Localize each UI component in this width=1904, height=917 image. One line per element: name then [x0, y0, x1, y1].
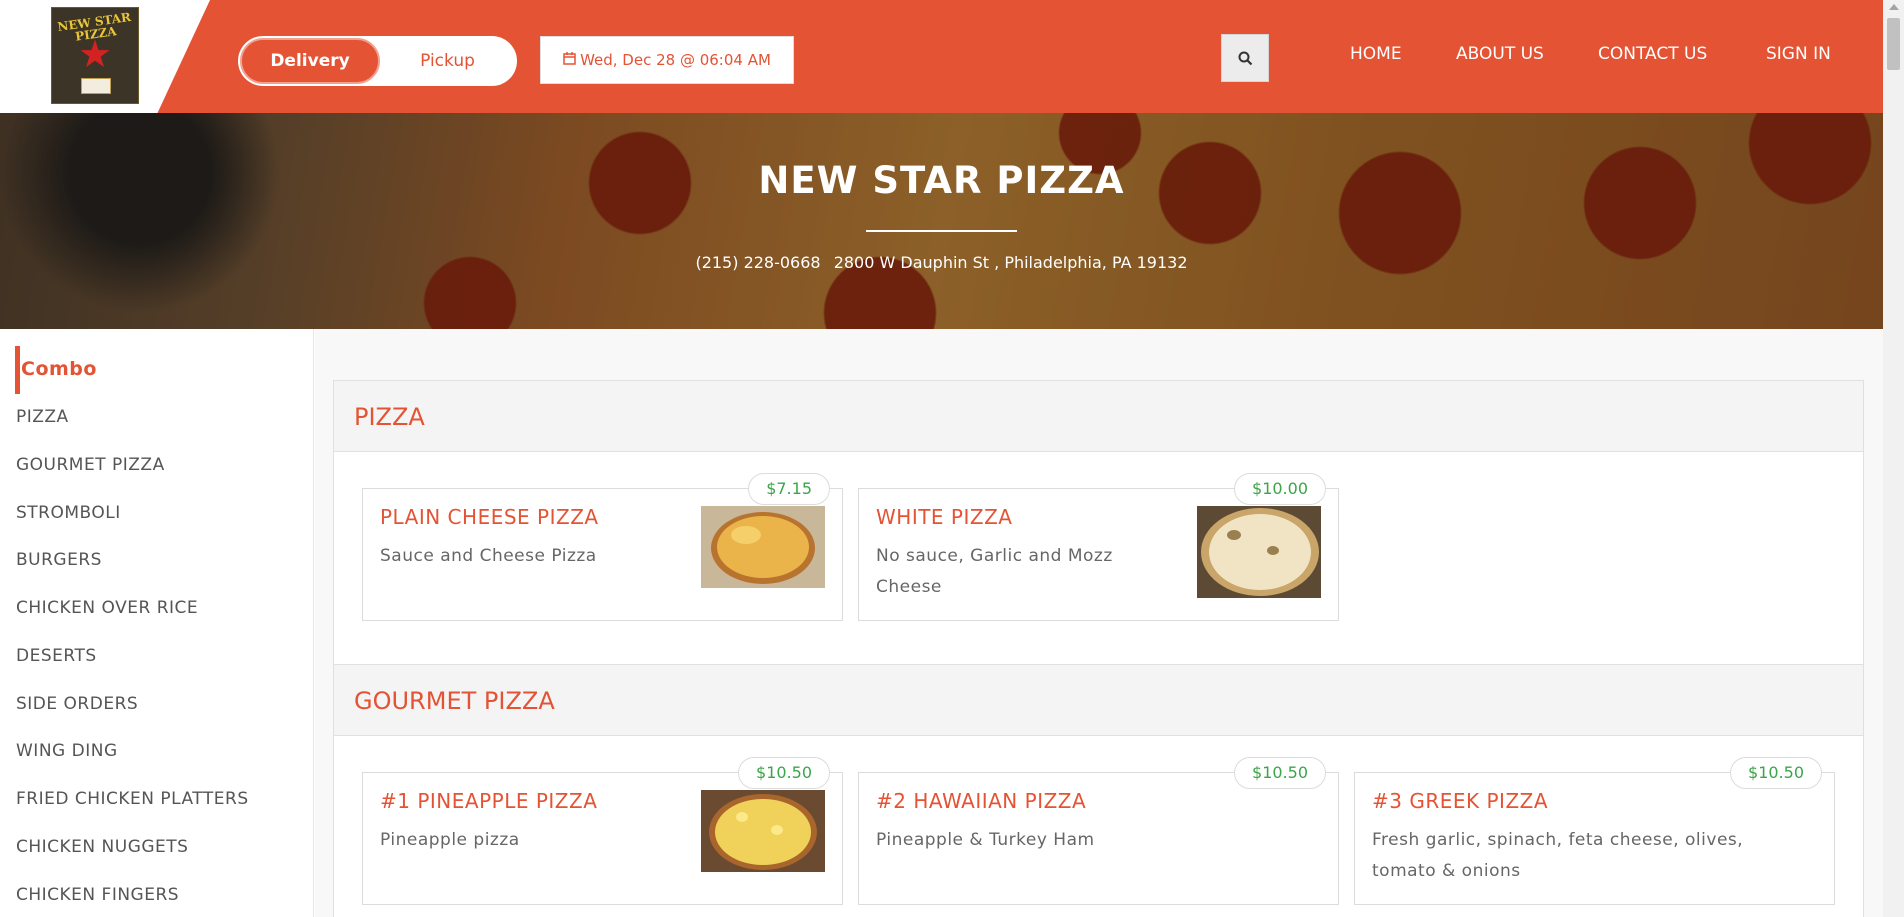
sidebar-item-chicken-over-rice[interactable]: CHICKEN OVER RICE [16, 598, 198, 618]
item-photo [1197, 506, 1321, 598]
search-button[interactable] [1221, 34, 1269, 82]
item-description: Sauce and Cheese Pizza [380, 546, 597, 566]
item-price: $10.00 [1234, 473, 1326, 505]
item-description: Fresh garlic, spinach, feta cheese, oliv… [1372, 830, 1744, 881]
sidebar-item-burgers[interactable]: BURGERS [16, 550, 102, 570]
sidebar-item-wing-ding[interactable]: WING DING [16, 741, 118, 761]
sidebar-item-deserts[interactable]: DESERTS [16, 646, 97, 666]
item-price: $10.50 [1730, 757, 1822, 789]
restaurant-name: NEW STAR PIZZA [758, 159, 1125, 202]
item-price: $10.50 [738, 757, 830, 789]
sidebar-item-fried-chicken-platters[interactable]: FRIED CHICKEN PLATTERS [16, 789, 249, 809]
item-description: No sauce, Garlic and Mozz Cheese [876, 546, 1113, 597]
item-name: WHITE PIZZA [876, 505, 1013, 529]
section-header: PIZZA [334, 381, 1863, 452]
nav-about-us[interactable]: ABOUT US [1456, 44, 1544, 64]
sidebar-item-chicken-fingers[interactable]: CHICKEN FINGERS [16, 885, 179, 905]
menu-item-card[interactable]: $7.15 PLAIN CHEESE PIZZA Sauce and Chees… [362, 473, 843, 621]
site-header: NEW STAR PIZZA ★ Delivery Pickup Wed, De… [0, 0, 1883, 113]
sidebar-item-combo[interactable]: Combo [21, 358, 97, 380]
hero-overlay [0, 113, 1883, 329]
delivery-button[interactable]: Delivery [240, 38, 380, 84]
active-category-indicator [15, 346, 20, 394]
item-name: #3 GREEK PIZZA [1372, 789, 1549, 813]
item-name: #2 HAWAIIAN PIZZA [876, 789, 1087, 813]
item-name: #1 PINEAPPLE PIZZA [380, 789, 598, 813]
order-time-button[interactable]: Wed, Dec 28 @ 06:04 AM [540, 36, 794, 84]
sidebar-item-stromboli[interactable]: STROMBOLI [16, 503, 121, 523]
item-description: Pineapple & Turkey Ham [876, 830, 1095, 850]
menu-section-pizza: PIZZA $7.15 PLAIN CHEESE PIZZA Sauce and… [333, 380, 1864, 666]
sidebar-item-pizza[interactable]: PIZZA [16, 407, 69, 427]
calendar-icon [563, 37, 576, 83]
menu-item-card[interactable]: $10.50 #1 PINEAPPLE PIZZA Pineapple pizz… [362, 757, 843, 905]
menu-item-card[interactable]: $10.50 #3 GREEK PIZZA Fresh garlic, spin… [1354, 757, 1835, 905]
item-photo [701, 506, 825, 588]
nav-contact-us[interactable]: CONTACT US [1598, 44, 1707, 64]
menu-section-gourmet-pizza: GOURMET PIZZA $10.50 #1 PINEAPPLE PIZZA … [333, 664, 1864, 917]
item-name: PLAIN CHEESE PIZZA [380, 505, 599, 529]
logo-emblem [81, 78, 111, 94]
scrollbar-thumb[interactable] [1887, 18, 1900, 70]
item-description: Pineapple pizza [380, 830, 520, 850]
page-scrollbar[interactable] [1883, 0, 1904, 917]
item-photo [701, 790, 825, 872]
category-sidebar: Combo PIZZA GOURMET PIZZA STROMBOLI BURG… [0, 329, 314, 917]
logo-area: NEW STAR PIZZA ★ [0, 0, 210, 113]
order-time-label: Wed, Dec 28 @ 06:04 AM [580, 51, 771, 69]
star-icon: ★ [77, 32, 113, 76]
sidebar-item-gourmet-pizza[interactable]: GOURMET PIZZA [16, 455, 165, 475]
pickup-button[interactable]: Pickup [380, 38, 515, 84]
scroll-up-arrow-icon[interactable] [1889, 4, 1899, 10]
restaurant-address: 2800 W Dauphin St , Philadelphia, PA 191… [833, 253, 1188, 272]
section-title: PIZZA [354, 403, 425, 431]
section-header: GOURMET PIZZA [334, 665, 1863, 736]
section-title: GOURMET PIZZA [354, 687, 555, 715]
search-icon [1238, 51, 1253, 66]
item-price: $7.15 [748, 473, 830, 505]
item-price: $10.50 [1234, 757, 1326, 789]
restaurant-logo[interactable]: NEW STAR PIZZA ★ [51, 7, 139, 104]
hero-divider [866, 230, 1017, 232]
restaurant-phone: (215) 228-0668 [695, 253, 821, 272]
sidebar-item-side-orders[interactable]: SIDE ORDERS [16, 694, 138, 714]
order-type-toggle: Delivery Pickup [238, 36, 517, 86]
menu-item-card[interactable]: $10.00 WHITE PIZZA No sauce, Garlic and … [858, 473, 1339, 621]
hero-banner: NEW STAR PIZZA (215) 228-0668 2800 W Dau… [0, 113, 1883, 329]
nav-sign-in[interactable]: SIGN IN [1766, 44, 1831, 64]
nav-home[interactable]: HOME [1350, 44, 1402, 64]
menu-item-card[interactable]: $10.50 #2 HAWAIIAN PIZZA Pineapple & Tur… [858, 757, 1339, 905]
restaurant-contact: (215) 228-0668 2800 W Dauphin St , Phila… [0, 253, 1883, 272]
sidebar-item-chicken-nuggets[interactable]: CHICKEN NUGGETS [16, 837, 188, 857]
